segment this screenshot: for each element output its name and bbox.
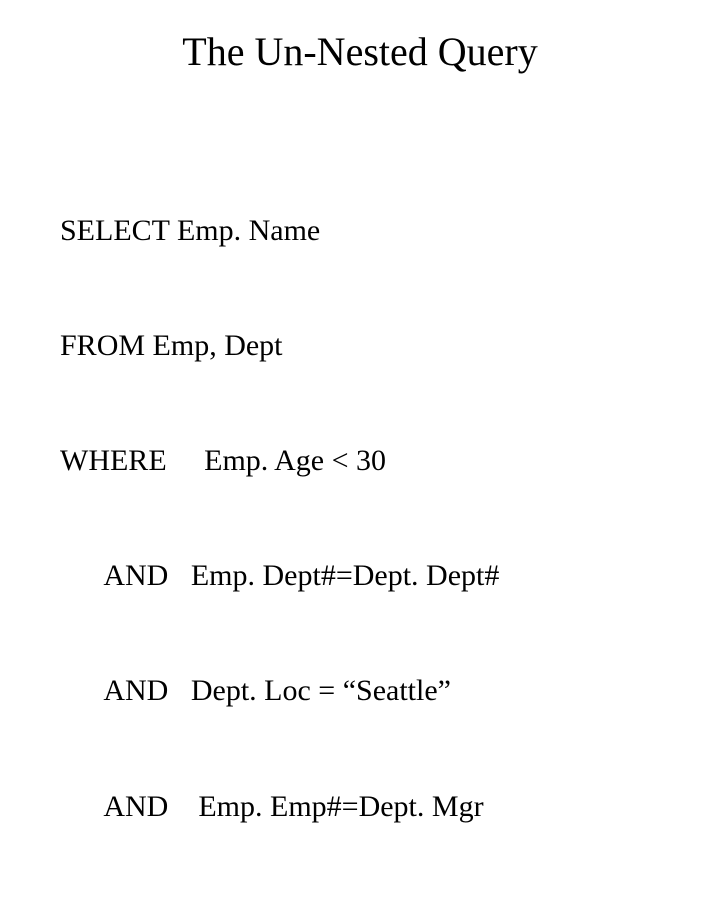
slide-title: The Un-Nested Query [60,28,660,75]
slide: The Un-Nested Query SELECT Emp. Name FRO… [0,28,720,568]
query-line-and-2: AND Dept. Loc = “Seattle” [60,672,660,710]
query-line-select: SELECT Emp. Name [60,212,660,250]
query-line-where: WHERE Emp. Age < 30 [60,442,660,480]
sql-query-block: SELECT Emp. Name FROM Emp, Dept WHERE Em… [60,135,660,903]
query-line-from: FROM Emp, Dept [60,327,660,365]
query-line-and-1: AND Emp. Dept#=Dept. Dept# [60,557,660,595]
query-line-and-3: AND Emp. Emp#=Dept. Mgr [60,788,660,826]
